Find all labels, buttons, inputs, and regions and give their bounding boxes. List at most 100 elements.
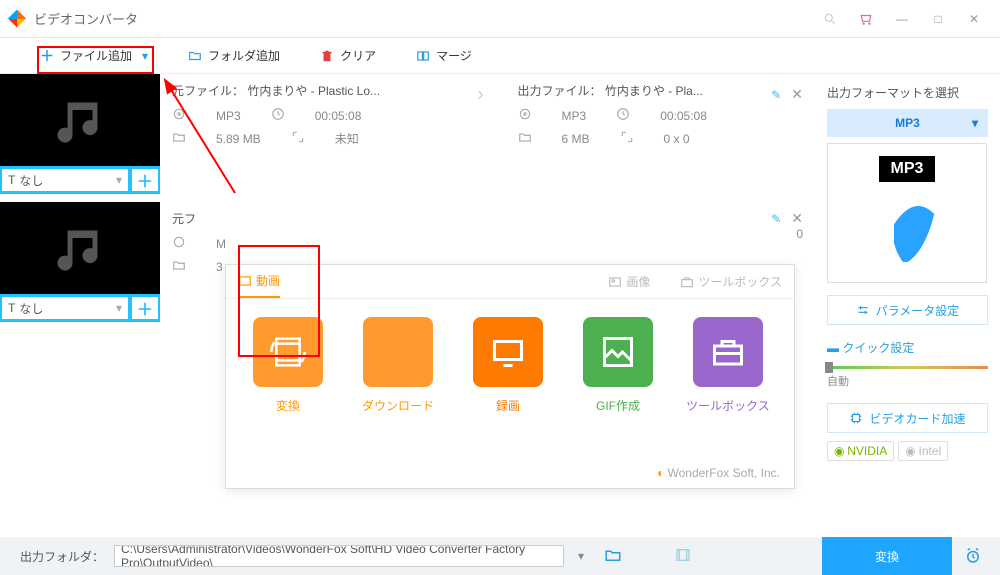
popup-convert[interactable]: 変換	[242, 317, 334, 414]
output-duration: 00:05:08	[660, 109, 707, 123]
slider-handle[interactable]	[825, 362, 833, 373]
output-size: 0	[796, 227, 803, 241]
source-format: MP3	[216, 109, 241, 123]
output-resolution: 0 x 0	[664, 132, 690, 146]
popup-download[interactable]: ダウンロード	[352, 317, 444, 414]
clear-label: クリア	[340, 47, 376, 64]
gpu-chips: ◉ NVIDIA ◉ Intel	[827, 441, 988, 461]
tab-image[interactable]: 画像	[608, 265, 650, 298]
chevron-down-icon[interactable]: ▾	[574, 549, 588, 563]
popup-tabs: 動画 画像 ツールボックス	[226, 265, 794, 299]
sliders-icon	[856, 303, 870, 317]
popup-footer: ◐ WonderFox Soft, Inc.	[657, 466, 780, 480]
clock-icon	[271, 107, 285, 124]
merge-button[interactable]: マージ	[416, 47, 472, 64]
output-folder-label: 出力フォルダ：	[20, 548, 104, 565]
chip-icon	[849, 411, 863, 425]
add-folder-button[interactable]: フォルダ追加	[188, 47, 280, 64]
open-folder-button[interactable]	[598, 546, 628, 567]
minimize-button[interactable]: —	[884, 5, 920, 33]
convert-icon	[268, 332, 308, 372]
gpu-acceleration-button[interactable]: ビデオカード加速	[827, 403, 988, 433]
parameter-settings-button[interactable]: パラメータ設定	[827, 295, 988, 325]
cd-icon	[865, 186, 950, 271]
folder-icon	[518, 130, 532, 147]
add-subtitle-button[interactable]: ＋	[132, 169, 158, 191]
tab-toolbox[interactable]: ツールボックス	[680, 265, 782, 298]
format-badge: MP3	[879, 156, 936, 182]
folder-icon	[188, 49, 202, 63]
chevron-down-icon: ▾	[116, 301, 122, 315]
music-note-icon	[50, 218, 110, 278]
thumbnail[interactable]	[0, 202, 160, 294]
source-size: 5.89 MB	[216, 132, 261, 146]
music-note-icon	[50, 90, 110, 150]
subtitle-bar: T なし ▾ ＋	[0, 294, 160, 322]
popup-download-label: ダウンロード	[352, 397, 444, 414]
subtitle-bar: T なし ▾ ＋	[0, 166, 160, 194]
maximize-button[interactable]: □	[920, 5, 956, 33]
convert-button[interactable]: 変換	[822, 537, 952, 575]
popup-toolbox[interactable]: ツールボックス	[682, 317, 774, 414]
close-button[interactable]: ✕	[956, 5, 992, 33]
plus-icon: ＋	[40, 46, 54, 66]
sidebar-title: 出力フォーマットを選択	[827, 84, 988, 101]
arrow-right-icon: ›	[478, 82, 498, 105]
chip-intel: ◉ Intel	[898, 441, 948, 461]
source-filename: 元フ	[172, 210, 458, 227]
tab-toolbox-label: ツールボックス	[698, 273, 782, 290]
popup-convert-label: 変換	[242, 397, 334, 414]
format-value: MP3	[895, 116, 920, 130]
subtitle-value: なし	[19, 300, 43, 317]
output-size: 6 MB	[562, 132, 590, 146]
alarm-button[interactable]	[956, 537, 990, 575]
chevron-down-icon[interactable]: ▾	[142, 49, 148, 63]
format-preview[interactable]: MP3	[827, 143, 987, 283]
clock-icon	[616, 107, 630, 124]
resolution-icon	[620, 130, 634, 147]
add-file-button[interactable]: ＋ ファイル追加 ▾	[40, 46, 148, 66]
subtitle-value: なし	[19, 172, 43, 189]
add-folder-label: フォルダ追加	[208, 47, 280, 64]
tab-video[interactable]: 動画	[238, 265, 280, 298]
edit-icon[interactable]: ✎	[771, 212, 781, 226]
download-icon	[380, 334, 416, 370]
subtitle-select[interactable]: T なし ▾	[2, 297, 128, 319]
toolbox-icon	[680, 275, 694, 289]
briefcase-icon	[710, 334, 746, 370]
chip-nvidia: ◉ NVIDIA	[827, 441, 894, 461]
add-subtitle-button[interactable]: ＋	[132, 297, 158, 319]
clear-button[interactable]: クリア	[320, 47, 376, 64]
popup-toolbox-label: ツールボックス	[682, 397, 774, 414]
remove-item-button[interactable]: ✕	[791, 210, 803, 227]
quality-slider[interactable]	[827, 366, 988, 369]
output-folder-path[interactable]: C:\Users\Administrator\Videos\WonderFox …	[114, 545, 564, 567]
subtitle-select[interactable]: T なし ▾	[2, 169, 128, 191]
folder-icon	[172, 130, 186, 147]
sidebar: 出力フォーマットを選択 MP3 MP3 パラメータ設定 ▬ クイック設定 自動 …	[815, 74, 1000, 536]
cart-icon[interactable]	[848, 5, 884, 33]
folder-icon	[172, 258, 186, 275]
remove-item-button[interactable]: ✕	[791, 86, 803, 103]
toolbar: ＋ ファイル追加 ▾ フォルダ追加 クリア マージ	[0, 38, 1000, 74]
thumbnail[interactable]	[0, 74, 160, 166]
output-filename: 出力ファイル： 竹内まりや - Pla...	[518, 82, 762, 99]
source-duration: 00:05:08	[315, 109, 362, 123]
format-icon	[518, 107, 532, 124]
film-icon[interactable]	[668, 546, 698, 567]
list-item: T なし ▾ ＋ 元ファイル： 竹内まりや - Plastic Lo... MP…	[0, 74, 815, 202]
chevron-down-icon: ▾	[116, 173, 122, 187]
slider-label: 自動	[827, 373, 988, 389]
module-popup: 動画 画像 ツールボックス 変換	[225, 264, 795, 489]
add-file-label: ファイル追加	[60, 47, 132, 64]
popup-record[interactable]: 録画	[462, 317, 554, 414]
resolution-icon	[291, 130, 305, 147]
edit-icon[interactable]: ✎	[771, 88, 781, 102]
source-format: M	[216, 237, 226, 251]
format-icon	[172, 235, 186, 252]
search-icon[interactable]	[812, 5, 848, 33]
popup-gif[interactable]: GIF作成	[572, 317, 664, 414]
source-filename: 元ファイル： 竹内まりや - Plastic Lo...	[172, 82, 458, 99]
image-icon	[600, 334, 636, 370]
format-select[interactable]: MP3	[827, 109, 988, 137]
